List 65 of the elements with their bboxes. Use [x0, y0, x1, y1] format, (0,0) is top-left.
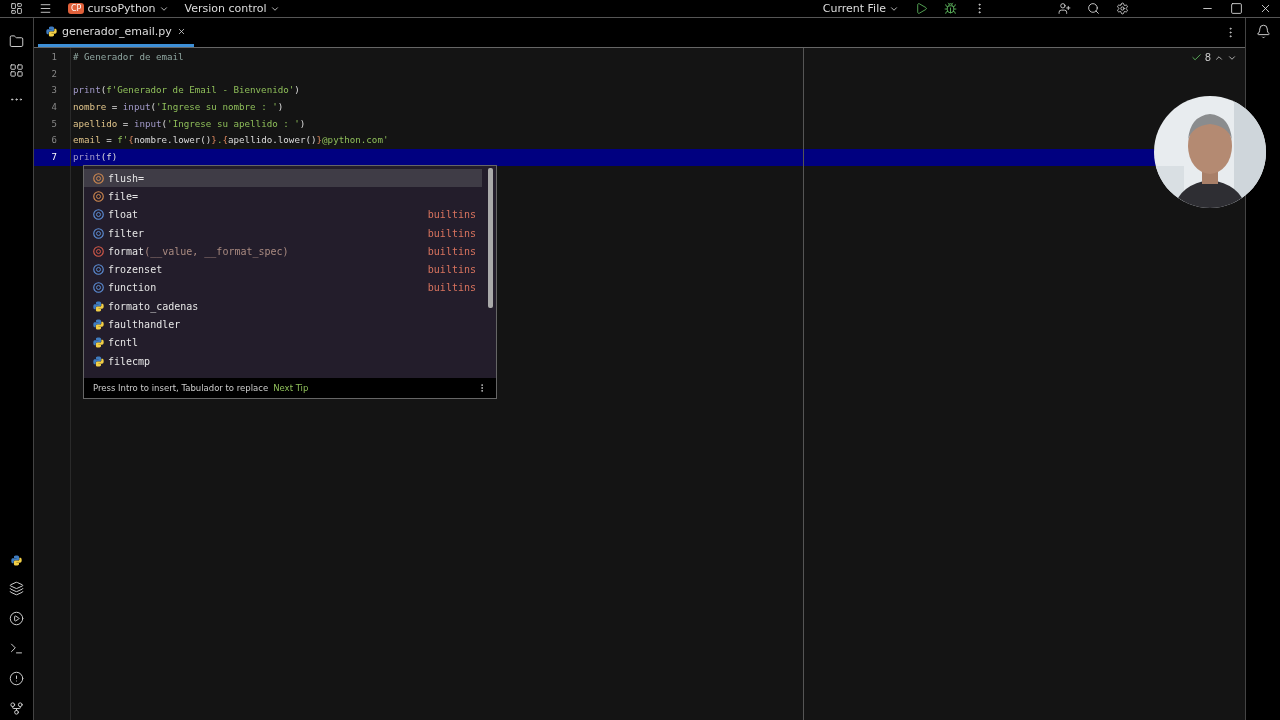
python-icon: [93, 355, 104, 367]
python-icon: [93, 300, 104, 312]
terminal-icon[interactable]: [9, 641, 24, 656]
project-name: cursoPython: [87, 2, 156, 15]
git-icon[interactable]: [9, 701, 24, 716]
inspection-indicator[interactable]: 8: [1190, 52, 1237, 63]
run-config-menu[interactable]: Current File: [822, 2, 899, 15]
line-number: 5: [50, 117, 58, 131]
python-icon: [46, 25, 57, 37]
class-icon: [93, 209, 104, 221]
line-number: 4: [50, 101, 58, 115]
app-icon[interactable]: [10, 2, 23, 15]
vcs-menu[interactable]: Version control: [184, 2, 280, 15]
line-number: 7: [34, 149, 70, 166]
code-line: # Generador de email: [73, 51, 184, 62]
parameter-icon: [93, 190, 104, 202]
settings-icon[interactable]: [1116, 2, 1129, 15]
layers-icon[interactable]: [9, 581, 24, 596]
structure-icon[interactable]: [9, 63, 24, 78]
code-line: apellido = input('Ingrese su apellido : '): [73, 117, 306, 129]
search-icon[interactable]: [1087, 2, 1100, 15]
class-icon: [93, 227, 104, 239]
completion-item[interactable]: float builtins: [84, 205, 482, 224]
python-icon: [93, 337, 104, 349]
python-icon: [93, 319, 104, 330]
close-icon[interactable]: [1259, 2, 1272, 15]
completion-item[interactable]: frozenset builtins: [84, 260, 482, 279]
folder-icon[interactable]: [9, 34, 24, 49]
scrollbar[interactable]: [488, 168, 493, 308]
class-icon: [93, 282, 104, 294]
line-number: 1: [50, 51, 58, 64]
completion-item[interactable]: formato_cadenas: [84, 297, 482, 316]
project-badge: CP: [68, 3, 85, 14]
line-number: 6: [50, 134, 58, 148]
project-menu[interactable]: CP cursoPython: [68, 2, 169, 15]
function-icon: [93, 245, 104, 257]
problems-icon[interactable]: [9, 671, 24, 686]
completion-item[interactable]: fcntl: [84, 333, 482, 352]
next-tip-link[interactable]: Next Tip: [273, 383, 309, 393]
code-line: print(f): [73, 151, 118, 163]
completion-item[interactable]: function builtins: [84, 278, 482, 298]
completion-item[interactable]: filecmp: [84, 351, 482, 371]
parameter-icon: [93, 172, 104, 184]
code-line: print(f'Generador de Email - Bienvenido'): [73, 84, 300, 96]
completion-item[interactable]: filter builtins: [84, 223, 482, 243]
add-user-icon[interactable]: [1058, 2, 1071, 15]
completion-item[interactable]: faulthandler: [84, 315, 482, 334]
line-number: 2: [50, 67, 58, 81]
close-icon[interactable]: [176, 26, 186, 36]
python-console-icon: [11, 555, 22, 566]
completion-item[interactable]: format(__value, __format_spec) builtins: [84, 242, 482, 261]
code-line: nombre = input('Ingrese su nombre : '): [73, 101, 284, 113]
bell-icon[interactable]: [1255, 24, 1271, 39]
code-line: email = f'{nombre.lower()}.{apellido.lower()}@python.com': [73, 134, 389, 146]
menu-icon[interactable]: [39, 2, 52, 15]
line-number: 3: [50, 84, 58, 98]
bug-icon[interactable]: [944, 2, 957, 15]
run-icon[interactable]: [915, 2, 928, 15]
check-icon: [1190, 52, 1202, 63]
completion-item[interactable]: flush=: [84, 169, 482, 188]
class-icon: [93, 264, 104, 276]
maximize-icon[interactable]: [1230, 2, 1243, 15]
hint-text: Press Intro to insert, Tabulador to replace: [93, 383, 269, 393]
completion-item[interactable]: file=: [84, 187, 482, 206]
services-icon[interactable]: [9, 611, 24, 626]
